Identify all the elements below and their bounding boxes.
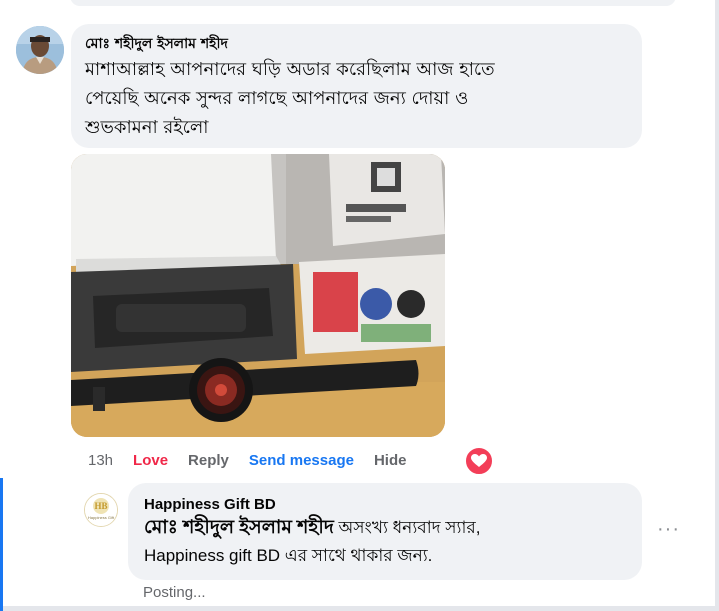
watch-box-photo <box>71 154 445 437</box>
happiness-gift-logo: HB Happiness Gift <box>85 494 117 526</box>
comment-text-line: শুভকামনা রইলো <box>85 117 209 138</box>
reply-text: অসংখ্য ধন্যবাদ স্যার, <box>333 518 481 537</box>
page-avatar[interactable]: HB Happiness Gift <box>84 493 118 527</box>
panel-border <box>715 0 719 611</box>
comment-actions: 13h Love Reply Send message Hide <box>88 448 426 472</box>
posting-status: Posting... <box>143 584 206 601</box>
reply-text-line-2: Happiness gift BD এর সাথে থাকার জন্য. <box>144 546 433 565</box>
reply-bubble: Happiness Gift BD মোঃ শহীদুল ইসলাম শহীদ … <box>128 483 642 580</box>
comment-author[interactable]: মোঃ শহীদুল ইসলাম শহীদ <box>85 34 628 54</box>
reply-thread-line <box>0 478 3 611</box>
reply-author[interactable]: Happiness Gift BD <box>144 495 626 514</box>
send-message-link[interactable]: Send message <box>249 452 354 469</box>
hide-link[interactable]: Hide <box>374 452 407 469</box>
comment-text-line: পেয়েছি অনেক সুন্দর লাগছে আপনাদের জন্য দ… <box>85 88 469 109</box>
reply-text-line-1: মোঃ শহীদুল ইসলাম শহীদ অসংখ্য ধন্যবাদ স্য… <box>144 514 626 542</box>
love-reaction-link[interactable]: Love <box>133 452 168 469</box>
panel-bottom-border <box>0 606 719 611</box>
comment-bubble: মোঃ শহীদুল ইসলাম শহীদ মাশাআল্লাহ আপনাদের… <box>71 24 642 148</box>
comment-text-line: মাশাআল্লাহ আপনাদের ঘড়ি অডার করেছিলাম আজ… <box>85 59 495 80</box>
more-options-icon[interactable]: ··· <box>657 518 680 541</box>
reaction-count-badge[interactable] <box>464 446 494 476</box>
comment-text: মাশাআল্লাহ আপনাদের ঘড়ি অডার করেছিলাম আজ… <box>85 55 628 142</box>
svg-text:Happiness Gift: Happiness Gift <box>88 515 115 520</box>
comment-photo[interactable] <box>71 154 445 437</box>
comment-timestamp[interactable]: 13h <box>88 452 113 469</box>
heart-icon <box>471 454 487 467</box>
mention-tag[interactable]: মোঃ শহীদুল ইসলাম শহীদ <box>144 517 334 538</box>
svg-text:HB: HB <box>94 501 107 511</box>
reply-link[interactable]: Reply <box>188 452 229 469</box>
previous-comment-bubble <box>70 0 676 6</box>
person-photo-icon <box>16 26 64 74</box>
commenter-avatar[interactable] <box>16 26 64 74</box>
